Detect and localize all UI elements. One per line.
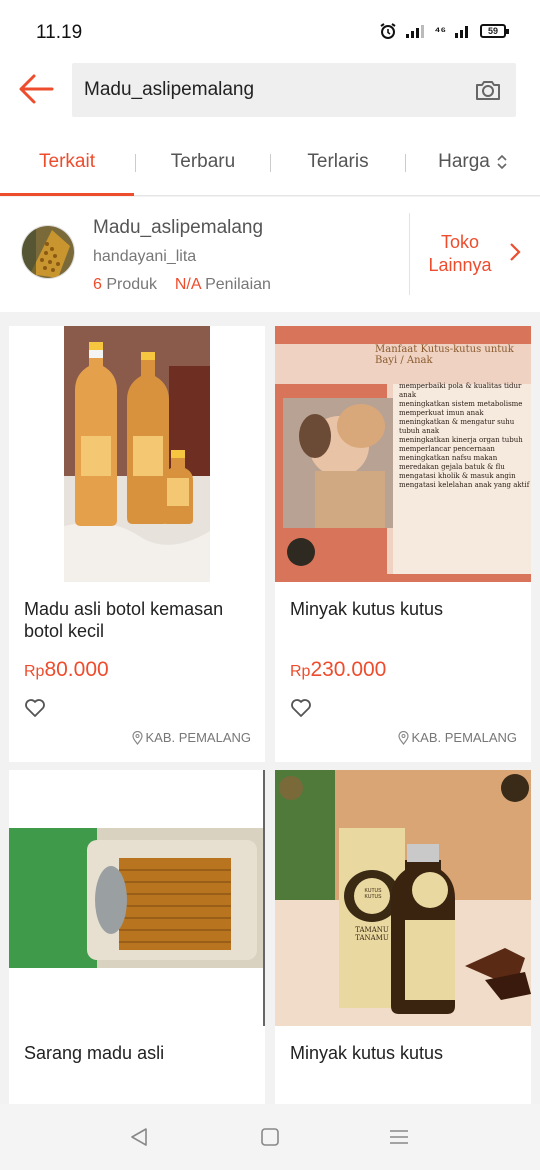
- nav-home-icon[interactable]: [259, 1126, 281, 1148]
- poster-bullet: mengatasi kelelahan anak yang aktif: [399, 481, 530, 489]
- rating-label: Penilaian: [205, 276, 271, 293]
- search-header: [0, 58, 540, 128]
- camera-icon[interactable]: [474, 76, 502, 104]
- other-shops-label-1: Toko: [440, 232, 480, 252]
- tab-label: Terlaris: [307, 151, 369, 172]
- product-card[interactable]: Sarang madu asli: [9, 770, 265, 1104]
- alarm-icon: [379, 23, 396, 39]
- signal-icon: [405, 25, 424, 38]
- poster-bullet: meningkatkan & mengatur suhu tubuh anak: [399, 418, 515, 435]
- poster-bullet: memperlancar pencernaan: [399, 445, 495, 453]
- product-image[interactable]: [9, 770, 265, 1026]
- bottle-label-brand: TAMANU TANAMU: [355, 926, 389, 942]
- bottle-label-product: KUTUS KUTUS: [364, 888, 382, 900]
- rating-value: N/A: [174, 276, 201, 293]
- system-nav-bar: [0, 1104, 540, 1170]
- shop-card[interactable]: Madu_aslipemalang handayani_lita 6 Produ…: [0, 197, 540, 312]
- shop-name: Madu_aslipemalang: [93, 217, 264, 238]
- tab-terbaru[interactable]: Terbaru: [136, 128, 270, 196]
- nav-back-icon[interactable]: [128, 1126, 150, 1148]
- product-title: Madu asli botol kemasan botol kecil: [24, 599, 224, 641]
- nav-menu-icon[interactable]: [388, 1126, 410, 1148]
- product-image[interactable]: KUTUS KUTUS TAMANU TANAMU: [275, 770, 531, 1026]
- product-title: Minyak kutus kutus: [290, 599, 444, 619]
- network-type: ⁴⁶: [434, 24, 446, 38]
- shop-stats: 6 Produk N/A Penilaian: [93, 276, 271, 294]
- poster-bullet: meningkatkan nafsu makan: [399, 454, 498, 462]
- signal-icon-2: [455, 26, 468, 38]
- sort-arrows-icon: [497, 154, 507, 170]
- product-image[interactable]: [9, 326, 265, 582]
- chevron-right-icon[interactable]: [506, 240, 524, 264]
- back-arrow-icon[interactable]: [18, 72, 56, 106]
- products-label: Produk: [106, 276, 158, 293]
- other-shops-label-2: Lainnya: [428, 255, 492, 275]
- products-count: 6: [93, 276, 102, 293]
- poster-bullet: memperbaiki pola & kualitas tidur anak: [399, 382, 522, 399]
- shop-username: handayani_lita: [93, 248, 197, 265]
- product-card[interactable]: Madu asli botol kemasan botol kecil Rp80…: [9, 326, 265, 762]
- location-pin-icon: [397, 730, 409, 745]
- divider: [409, 213, 410, 295]
- poster-bullet: meningkatkan kinerja organ tubuh: [399, 436, 523, 444]
- search-box[interactable]: [72, 63, 516, 117]
- product-title: Minyak kutus kutus: [290, 1043, 444, 1063]
- other-shops-button[interactable]: Toko Lainnya: [420, 231, 500, 277]
- shop-avatar[interactable]: [21, 225, 75, 279]
- product-card[interactable]: KUTUS KUTUS TAMANU TANAMU Minyak kutus k…: [275, 770, 531, 1104]
- price-currency: Rp: [24, 663, 45, 680]
- poster-heading: Manfaat Kutus-kutus untuk Bayi / Anak: [375, 344, 514, 366]
- poster-bullet: memperkuat imun anak: [399, 409, 484, 417]
- battery-level: 59: [487, 26, 498, 36]
- price-amount: 80.000: [44, 658, 109, 681]
- location-text: KAB. PEMALANG: [145, 730, 251, 745]
- product-card[interactable]: Manfaat Kutus-kutus untuk Bayi / Anak me…: [275, 326, 531, 762]
- tab-label: Terkait: [39, 151, 95, 172]
- poster-bullets: memperbaiki pola & kualitas tidur anak m…: [399, 382, 531, 490]
- active-tab-indicator: [0, 193, 134, 196]
- search-input[interactable]: [84, 63, 464, 117]
- product-title: Sarang madu asli: [24, 1043, 165, 1063]
- poster-bullet: meningkatkan sistem metabolisme: [399, 400, 523, 408]
- tab-label: Harga: [438, 151, 490, 172]
- tab-terlaris[interactable]: Terlaris: [271, 128, 405, 196]
- poster-bullet: mengatasi kholik & masuk angin: [399, 472, 516, 480]
- status-bar: 11.19 ⁴⁶ 59: [0, 0, 540, 58]
- product-price: Rp80.000: [24, 658, 109, 682]
- battery-icon: 59: [480, 24, 509, 38]
- product-price: Rp230.000: [290, 658, 386, 682]
- location-text: KAB. PEMALANG: [411, 730, 517, 745]
- product-location: KAB. PEMALANG: [131, 730, 251, 745]
- product-location: KAB. PEMALANG: [397, 730, 517, 745]
- sort-tabs: Terkait Terbaru Terlaris Harga: [0, 128, 540, 196]
- heart-icon[interactable]: [290, 698, 312, 718]
- status-time: 11.19: [36, 22, 83, 43]
- heart-icon[interactable]: [24, 698, 46, 718]
- tab-terkait[interactable]: Terkait: [0, 128, 134, 196]
- status-icons: ⁴⁶ 59: [379, 22, 509, 40]
- honeycomb-image: [22, 226, 74, 278]
- price-currency: Rp: [290, 663, 311, 680]
- product-image[interactable]: Manfaat Kutus-kutus untuk Bayi / Anak me…: [275, 326, 531, 582]
- price-amount: 230.000: [310, 658, 387, 681]
- tab-harga[interactable]: Harga: [406, 128, 540, 196]
- poster-bullet: meredakan gejala batuk & flu: [399, 463, 505, 471]
- location-pin-icon: [131, 730, 143, 745]
- tab-label: Terbaru: [170, 151, 236, 172]
